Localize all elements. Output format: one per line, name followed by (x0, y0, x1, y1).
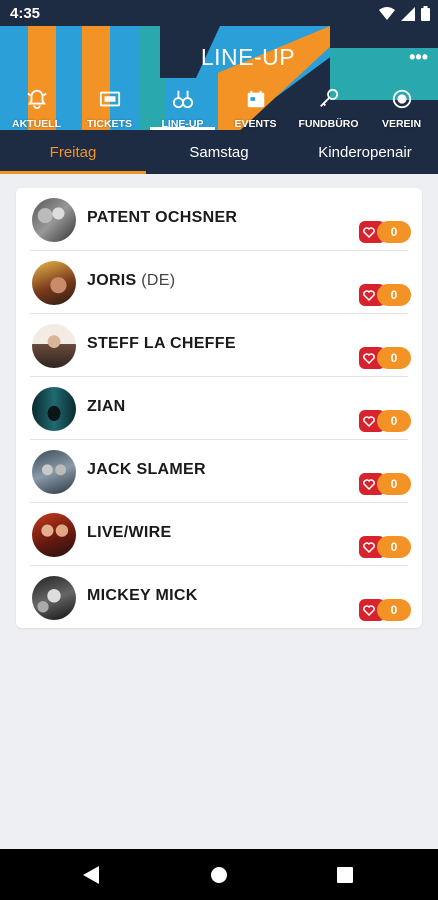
list-item[interactable]: ZIAN 0 (16, 377, 422, 440)
wifi-icon (379, 6, 395, 26)
page-title: LINE-UP (200, 44, 296, 70)
artist-name: PATENT OCHSNER (87, 209, 238, 226)
avatar (32, 261, 76, 305)
avatar (32, 576, 76, 620)
avatar (32, 450, 76, 494)
list-item[interactable]: JACK SLAMER 0 (16, 440, 422, 503)
nav-item-fundbuero[interactable]: FUNDBÜRO (292, 84, 365, 130)
avatar (32, 324, 76, 368)
artist-list: PATENT OCHSNER 0 JORIS (DE) 0 STEFF LA C… (16, 188, 422, 628)
like-button[interactable]: 0 (359, 284, 411, 306)
nav-label: LINE-UP (161, 118, 204, 130)
nav-item-aktuell[interactable]: AKTUELL (0, 84, 73, 130)
like-count: 0 (377, 536, 411, 558)
nav-label: AKTUELL (12, 118, 61, 130)
artist-name: MICKEY MICK (87, 587, 198, 604)
more-options-button[interactable]: ••• (330, 48, 438, 74)
like-button[interactable]: 0 (359, 410, 411, 432)
calendar-icon (245, 88, 267, 115)
main-nav: AKTUELL TICKETS LINE-UP EVENTS FUNDBÜRO (0, 84, 438, 130)
day-tabs: Freitag Samstag Kinderopenair (0, 130, 438, 174)
nav-item-tickets[interactable]: TICKETS (73, 84, 146, 130)
artist-name: JACK SLAMER (87, 461, 206, 478)
artist-name: LIVE/WIRE (87, 524, 172, 541)
nav-label: TICKETS (87, 118, 132, 130)
like-button[interactable]: 0 (359, 599, 411, 621)
recents-icon (337, 866, 353, 883)
like-count: 0 (377, 410, 411, 432)
like-button[interactable]: 0 (359, 221, 411, 243)
status-icons (379, 6, 430, 26)
like-count: 0 (377, 284, 411, 306)
list-item[interactable]: PATENT OCHSNER 0 (16, 188, 422, 251)
list-item[interactable]: JORIS (DE) 0 (16, 251, 422, 314)
nav-label: EVENTS (234, 118, 277, 130)
like-count: 0 (377, 347, 411, 369)
nav-label: FUNDBÜRO (298, 118, 359, 130)
tab-freitag[interactable]: Freitag (0, 130, 146, 174)
signal-icon (401, 6, 415, 26)
like-count: 0 (377, 473, 411, 495)
battery-icon (421, 6, 430, 26)
bell-icon (26, 88, 48, 115)
header-banner: LINE-UP ••• AKTUELL TICKETS LINE-UP EVEN… (0, 26, 438, 130)
nav-item-events[interactable]: EVENTS (219, 84, 292, 130)
home-button[interactable] (189, 849, 249, 900)
avatar (32, 198, 76, 242)
system-nav-bar (0, 849, 438, 900)
nav-label: VEREIN (381, 118, 422, 130)
nav-item-line-up[interactable]: LINE-UP (146, 84, 219, 130)
tab-kinderopenair[interactable]: Kinderopenair (292, 130, 438, 174)
like-button[interactable]: 0 (359, 473, 411, 495)
like-button[interactable]: 0 (359, 536, 411, 558)
like-count: 0 (377, 221, 411, 243)
circle-icon (391, 88, 413, 115)
like-count: 0 (377, 599, 411, 621)
guitar-icon (172, 88, 194, 115)
status-time: 4:35 (10, 5, 41, 22)
artist-name: STEFF LA CHEFFE (87, 335, 236, 352)
artist-name: ZIAN (87, 398, 126, 415)
list-item[interactable]: LIVE/WIRE 0 (16, 503, 422, 566)
home-icon (211, 866, 227, 883)
nav-item-verein[interactable]: VEREIN (365, 84, 438, 130)
list-item[interactable]: STEFF LA CHEFFE 0 (16, 314, 422, 377)
list-item[interactable]: MICKEY MICK 0 (16, 566, 422, 629)
avatar (32, 513, 76, 557)
key-icon (318, 88, 340, 115)
status-bar: 4:35 (0, 0, 438, 26)
tab-samstag[interactable]: Samstag (146, 130, 292, 174)
back-icon (83, 865, 99, 884)
avatar (32, 387, 76, 431)
back-button[interactable] (61, 849, 121, 900)
ticket-icon (99, 88, 121, 115)
recents-button[interactable] (315, 849, 375, 900)
like-button[interactable]: 0 (359, 347, 411, 369)
artist-name: JORIS (DE) (87, 272, 176, 289)
